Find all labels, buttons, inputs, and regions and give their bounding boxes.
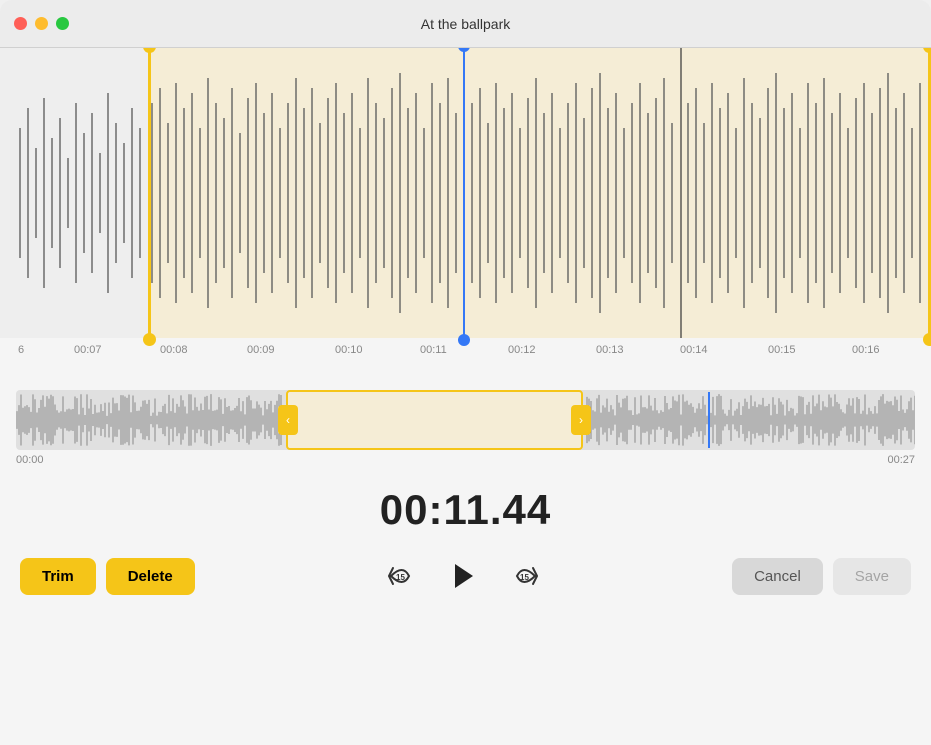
time-label-0014: 00:14 xyxy=(680,344,708,356)
skip-forward-icon: 15 xyxy=(511,560,543,592)
time-axis: 6 00:07 00:08 00:09 00:10 00:11 00:12 00… xyxy=(0,338,931,378)
overview-track[interactable]: // Generate many bars for the mini wavef… xyxy=(16,390,915,450)
trim-handle-left[interactable] xyxy=(148,48,151,338)
main-content: 6 00:07 00:08 00:09 00:10 00:11 00:12 00… xyxy=(0,48,931,745)
skip-back-icon: 15 xyxy=(383,560,415,592)
time-label-6: 6 xyxy=(18,344,24,356)
section-marker xyxy=(680,48,682,338)
traffic-lights xyxy=(14,17,69,30)
overview-selection[interactable]: ‹ › xyxy=(286,390,583,450)
overview-left-handle[interactable]: ‹ xyxy=(278,405,298,435)
play-button[interactable] xyxy=(441,554,485,598)
overview-section: // Generate many bars for the mini wavef… xyxy=(0,378,931,474)
overview-right-handle[interactable]: › xyxy=(571,405,591,435)
window-title: At the ballpark xyxy=(421,16,511,32)
skip-forward-button[interactable]: 15 xyxy=(505,554,549,598)
overview-start-time: 00:00 xyxy=(16,454,44,466)
waveform-display xyxy=(0,48,931,338)
minimize-button[interactable] xyxy=(35,17,48,30)
save-button[interactable]: Save xyxy=(833,558,911,595)
toolbar-right: Cancel Save xyxy=(732,558,911,595)
cancel-button[interactable]: Cancel xyxy=(732,558,823,595)
time-label-0012: 00:12 xyxy=(508,344,536,356)
play-icon xyxy=(449,562,477,590)
trim-button[interactable]: Trim xyxy=(20,558,96,595)
titlebar: At the ballpark xyxy=(0,0,931,48)
overview-times: 00:00 00:27 xyxy=(16,450,915,470)
time-label-0009: 00:09 xyxy=(247,344,275,356)
close-button[interactable] xyxy=(14,17,27,30)
svg-text:15: 15 xyxy=(520,573,529,582)
time-label-0015: 00:15 xyxy=(768,344,796,356)
time-label-0011: 00:11 xyxy=(420,344,447,356)
overview-playhead xyxy=(708,392,710,448)
svg-text:15: 15 xyxy=(396,573,405,582)
time-label-0008: 00:08 xyxy=(160,344,188,356)
toolbar-left: Trim Delete xyxy=(20,558,195,595)
time-label-0010: 00:10 xyxy=(335,344,363,356)
current-time-display: 00:11.44 xyxy=(0,474,931,554)
time-label-0013: 00:13 xyxy=(596,344,624,356)
skip-back-button[interactable]: 15 xyxy=(377,554,421,598)
maximize-button[interactable] xyxy=(56,17,69,30)
waveform-section[interactable]: 6 00:07 00:08 00:09 00:10 00:11 00:12 00… xyxy=(0,48,931,378)
toolbar: Trim Delete 15 xyxy=(0,554,931,618)
overview-end-time: 00:27 xyxy=(887,454,915,466)
toolbar-center: 15 15 xyxy=(207,554,720,598)
time-label-0016: 00:16 xyxy=(852,344,880,356)
delete-button[interactable]: Delete xyxy=(106,558,195,595)
time-label-0007: 00:07 xyxy=(74,344,102,356)
